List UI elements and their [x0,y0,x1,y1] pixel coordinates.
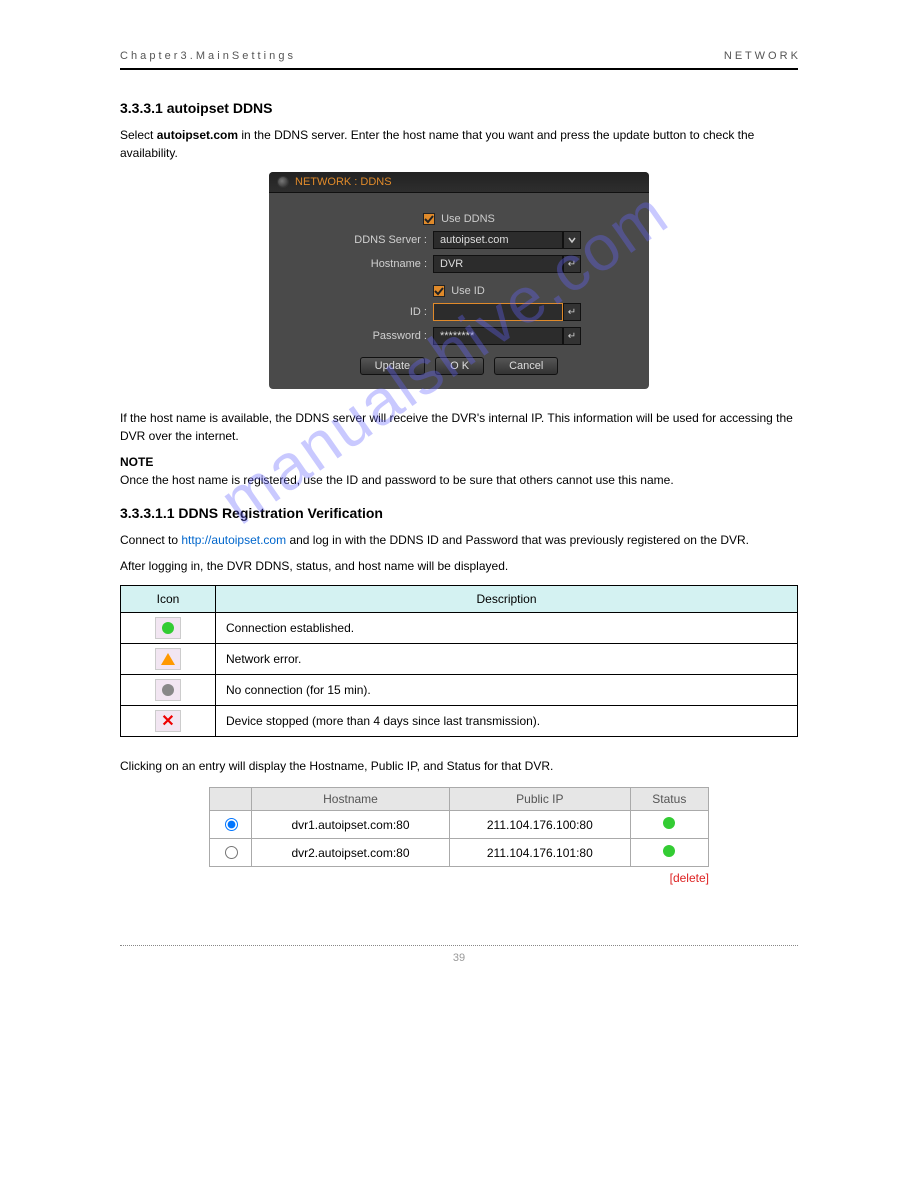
header-rule [120,68,798,70]
hostname-label: Hostname : [337,258,427,270]
green-dot-icon [155,617,181,639]
green-dot-icon [663,817,675,829]
below-status-table: Clicking on an entry will display the Ho… [120,757,798,775]
ddns-server-select[interactable]: autoipset.com [433,231,563,249]
note-text: Once the host name is registered, use th… [120,473,674,487]
note-block: NOTE Once the host name is registered, u… [120,453,798,489]
section-title: 3.3.3.1 autoipset DDNS [120,100,798,116]
footer-rule [120,945,798,946]
orange-triangle-icon [155,648,181,670]
subsection-title: 3.3.3.1.1 DDNS Registration Verification [120,505,798,521]
host-ip: 211.104.176.101:80 [450,839,631,867]
note-label: NOTE [120,455,153,469]
chevron-down-icon [568,236,576,244]
dialog-titlebar: NETWORK : DDNS [269,172,649,193]
ddns-server-label: DDNS Server : [337,234,427,246]
section-intro: Select autoipset.com in the DDNS server.… [120,126,798,162]
cancel-button[interactable]: Cancel [494,357,558,375]
host-radio[interactable] [225,818,238,831]
header-left: C h a p t e r 3 . M a i n S e t t i n g … [120,50,293,62]
dialog-title: NETWORK : DDNS [295,176,392,188]
host-table: Hostname Public IP Status dvr1.autoipset… [209,787,709,867]
status-row: No connection (for 15 min). [121,675,798,706]
dialog-orb-icon [277,176,289,188]
enter-button[interactable]: ↵ [563,303,581,321]
col-public-ip: Public IP [450,788,631,811]
col-hostname: Hostname [252,788,450,811]
update-button[interactable]: Update [360,357,425,375]
enter-button[interactable]: ↵ [563,255,581,273]
status-desc: Connection established. [216,613,798,644]
host-hostname: dvr2.autoipset.com:80 [252,839,450,867]
page-header: C h a p t e r 3 . M a i n S e t t i n g … [120,50,798,62]
status-row: Connection established. [121,613,798,644]
host-ip: 211.104.176.100:80 [450,811,631,839]
status-desc: Network error. [216,644,798,675]
password-input[interactable]: ******** [433,327,563,345]
col-desc: Description [216,586,798,613]
page-number: 39 [120,952,798,964]
status-desc: Device stopped (more than 4 days since l… [216,706,798,737]
status-row: Network error. [121,644,798,675]
id-label: ID : [337,306,427,318]
dropdown-button[interactable] [563,231,581,249]
col-status: Status [630,788,708,811]
header-right: N E T W O R K [724,50,798,62]
status-row: ✕ Device stopped (more than 4 days since… [121,706,798,737]
hostname-input[interactable]: DVR [433,255,563,273]
gray-dot-icon [155,679,181,701]
check-icon [434,286,444,296]
status-desc: No connection (for 15 min). [216,675,798,706]
col-icon: Icon [121,586,216,613]
password-label: Password : [337,330,427,342]
subsection-intro-1: Connect to http://autoipset.com and log … [120,531,798,549]
host-radio[interactable] [225,846,238,859]
after-dialog-text: If the host name is available, the DDNS … [120,409,798,445]
check-icon [424,214,434,224]
red-x-icon: ✕ [155,710,181,732]
status-icon-table: Icon Description Connection established.… [120,585,798,737]
use-ddns-label: Use DDNS [441,213,495,225]
green-dot-icon [663,845,675,857]
host-row: dvr1.autoipset.com:80 211.104.176.100:80 [210,811,709,839]
use-id-checkbox[interactable] [433,285,445,297]
ok-button[interactable]: O K [435,357,484,375]
id-input[interactable] [433,303,563,321]
autoipset-link[interactable]: http://autoipset.com [181,533,286,547]
enter-button[interactable]: ↵ [563,327,581,345]
host-hostname: dvr1.autoipset.com:80 [252,811,450,839]
use-id-label: Use ID [451,285,485,297]
subsection-intro-3: After logging in, the DVR DDNS, status, … [120,557,798,575]
use-ddns-checkbox[interactable] [423,213,435,225]
host-row: dvr2.autoipset.com:80 211.104.176.101:80 [210,839,709,867]
ddns-dialog: NETWORK : DDNS Use DDNS DDNS Server : au… [269,172,649,389]
delete-link[interactable]: [delete] [209,871,709,885]
